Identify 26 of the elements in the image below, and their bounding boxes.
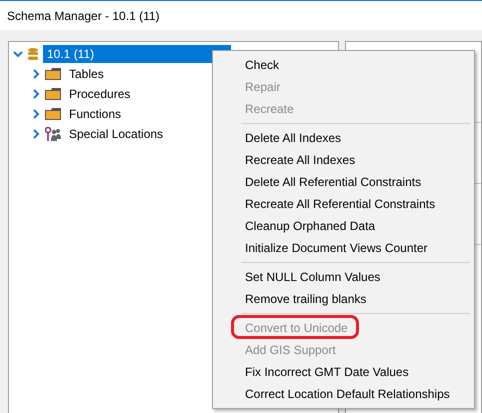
chevron-right-icon[interactable]: [31, 129, 41, 139]
chevron-down-icon[interactable]: [13, 49, 23, 59]
folder-icon: [45, 108, 61, 120]
menu-item[interactable]: Recreate All Referential Constraints: [215, 193, 472, 215]
folder-icon: [45, 68, 61, 80]
menu-item[interactable]: Set NULL Column Values: [215, 266, 472, 288]
tree-item[interactable]: 10.1 (11): [43, 45, 231, 63]
chevron-right-icon[interactable]: [31, 69, 41, 79]
tree-item[interactable]: Special Locations: [65, 125, 168, 143]
menu-item[interactable]: Fix Incorrect GMT Date Values: [215, 361, 472, 383]
tree-item[interactable]: Tables: [65, 65, 108, 83]
menu-item[interactable]: Delete All Referential Constraints: [215, 171, 472, 193]
menu-item[interactable]: Recreate All Indexes: [215, 149, 472, 171]
tree-item[interactable]: Functions: [65, 105, 126, 123]
menu-item[interactable]: Delete All Indexes: [215, 127, 472, 149]
chevron-right-icon[interactable]: [31, 89, 41, 99]
menu-item[interactable]: Remove trailing blanks: [215, 288, 472, 310]
chevron-right-icon[interactable]: [31, 109, 41, 119]
tree-item[interactable]: Procedures: [65, 85, 134, 103]
menu-item[interactable]: Initialize Document Views Counter: [215, 237, 472, 259]
folder-icon: [45, 88, 61, 100]
database-icon: [27, 47, 39, 61]
menu-item[interactable]: Cleanup Orphaned Data: [215, 215, 472, 237]
key-people-icon: [45, 127, 61, 141]
window-title: Schema Manager - 10.1 (11): [7, 8, 160, 22]
menu-item[interactable]: Correct Location Default Relationships: [215, 383, 472, 405]
